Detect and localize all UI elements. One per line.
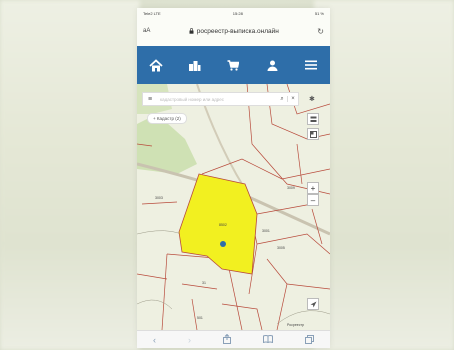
- reload-icon[interactable]: ↻: [317, 27, 324, 36]
- browser-address-bar[interactable]: aA росреестр-выписка.онлайн ↻: [137, 18, 330, 44]
- locate-icon[interactable]: [307, 298, 319, 310]
- map-search-input[interactable]: кадастровый номер или адрес: [157, 97, 277, 102]
- zoom-in-button[interactable]: +: [307, 182, 319, 194]
- buildings-icon[interactable]: [186, 56, 204, 74]
- background-left: [0, 0, 140, 350]
- browser-toolbar: ‹ ›: [137, 330, 330, 348]
- background-right: [314, 0, 454, 350]
- star-icon[interactable]: ✱: [309, 95, 315, 103]
- parcel-label: 3003: [155, 196, 163, 200]
- carrier: Tele2 LTE: [143, 10, 161, 16]
- map-search-bar[interactable]: ≡ кадастровый номер или адрес ⌕ ×: [142, 92, 299, 106]
- map-copyright: Росреестр: [287, 323, 304, 327]
- close-icon[interactable]: ×: [287, 96, 298, 102]
- parcel-label: 3001: [262, 229, 270, 233]
- back-icon[interactable]: ‹: [153, 335, 156, 345]
- tabs-icon[interactable]: [305, 334, 314, 346]
- clock: 15:28: [232, 10, 243, 16]
- battery: 51 %: [314, 10, 324, 16]
- user-icon[interactable]: [263, 56, 281, 74]
- share-icon[interactable]: [223, 333, 231, 346]
- status-bar: Tele2 LTE 15:28 51 %: [137, 8, 330, 18]
- basemap-icon[interactable]: [307, 128, 319, 140]
- parcel-label: 8502: [219, 223, 227, 227]
- phone-screen: Tele2 LTE 15:28 51 % aA росреестр-выписк…: [137, 8, 330, 348]
- bookmarks-icon[interactable]: [263, 335, 273, 345]
- url-text: росреестр-выписка.онлайн: [196, 27, 279, 35]
- text-size-button[interactable]: aA: [143, 28, 150, 34]
- parcel-label: 31: [202, 281, 206, 285]
- layers-icon[interactable]: [307, 113, 319, 125]
- home-icon[interactable]: [147, 56, 165, 74]
- location-marker: [220, 241, 226, 247]
- menu-icon[interactable]: [302, 56, 320, 74]
- search-icon[interactable]: ⌕: [277, 96, 287, 103]
- parcel-label: 3009: [287, 186, 295, 190]
- layers-filter[interactable]: + Кадастр (2): [147, 113, 187, 124]
- url-field[interactable]: росреестр-выписка.онлайн: [189, 28, 279, 35]
- cart-icon[interactable]: [224, 56, 242, 74]
- parcel-label: 3005: [277, 246, 285, 250]
- site-navbar: [137, 46, 330, 84]
- lock-icon: [189, 28, 194, 34]
- menu-icon[interactable]: ≡: [143, 96, 157, 103]
- forward-icon[interactable]: ›: [188, 335, 191, 345]
- parcel-label: 501: [197, 316, 203, 320]
- zoom-out-button[interactable]: –: [307, 194, 319, 206]
